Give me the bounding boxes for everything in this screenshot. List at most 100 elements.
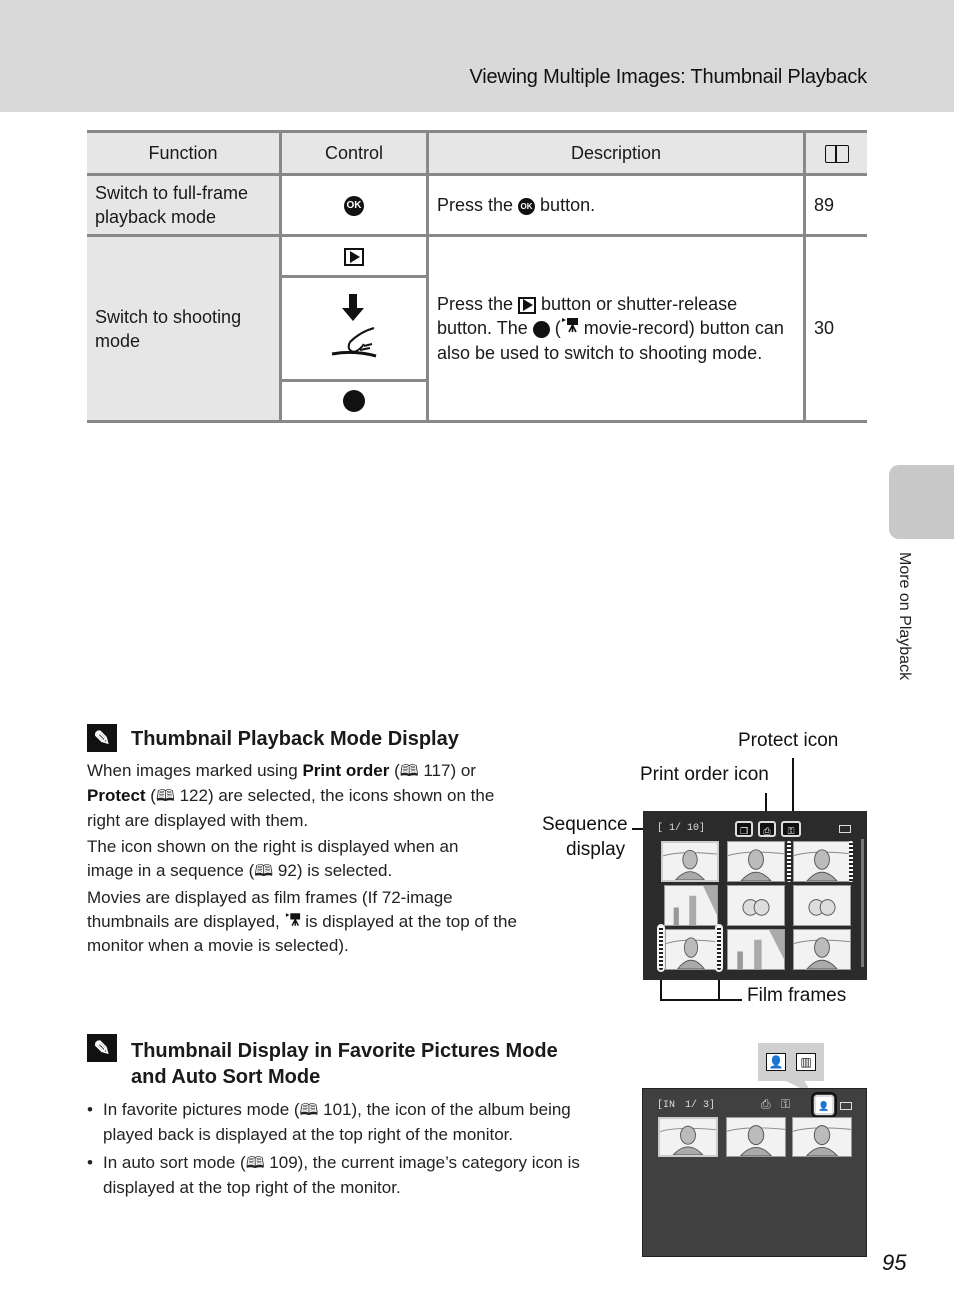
scrollbar[interactable] [861, 839, 864, 967]
note-title: Thumbnail Playback Mode Display [131, 728, 459, 750]
ok-button-icon: OK [344, 195, 364, 216]
playback-button-icon [344, 247, 364, 266]
header-band [0, 0, 954, 112]
film-frame-strip [849, 841, 853, 882]
page-number: 95 [882, 1250, 907, 1275]
sequence-display-callout: Sequence [542, 814, 628, 835]
print-order-term: Print order [302, 761, 390, 780]
callout-line [660, 999, 742, 1001]
book-icon: 🕮 [299, 1102, 319, 1119]
note-title: Thumbnail Display in Favorite Pictures M… [131, 1040, 558, 1088]
column-header-description: Description [426, 130, 805, 176]
chapter-tab [889, 465, 954, 539]
description-text: Press the [437, 195, 519, 215]
camera-monitor-favorites-screen: [IN 1/ 3] ⎙ ⚿ 👤 [642, 1088, 867, 1257]
control-cell [279, 276, 428, 382]
book-icon: 🕮 [155, 788, 175, 805]
thumbnail-image[interactable] [793, 841, 851, 882]
print-order-icon: ⎙ [761, 1098, 771, 1112]
note-heading: ✎ Thumbnail Display in Favorite Pictures… [87, 1034, 558, 1090]
controls-table: Function Control Description Switch to f… [87, 130, 867, 423]
function-cell: Switch to full-frame playback mode [87, 174, 281, 237]
thumbnail-image[interactable] [727, 885, 785, 926]
ok-button-icon: OK [518, 197, 536, 215]
print-order-icon: ⎙ [758, 821, 776, 837]
page-header-title: Viewing Multiple Images: Thumbnail Playb… [469, 66, 867, 88]
battery-icon [840, 1102, 852, 1110]
book-icon: 🕮 [245, 1155, 265, 1172]
movie-camera-icon [285, 912, 301, 931]
sequence-display-callout-2: display [566, 839, 626, 860]
image-counter: 1/ 3] [685, 1100, 716, 1111]
thumbnail-image[interactable] [726, 1117, 786, 1157]
film-frame-strip [715, 924, 723, 972]
description-text: ( [549, 317, 561, 338]
film-frame-strip [787, 841, 791, 882]
note-paragraph: When images marked using Print order (🕮 … [87, 761, 495, 830]
movie-record-button-icon [532, 320, 550, 338]
note-paragraph: The icon shown on the right is displayed… [87, 837, 459, 880]
sequence-icon: ❐ [735, 821, 753, 837]
film-frames-callout: Film frames [747, 985, 847, 1006]
protect-key-icon: ⚿ [781, 1098, 791, 1112]
page-ref: 117 [423, 761, 451, 780]
page-ref: 92 [277, 861, 297, 880]
protect-icon-callout: Protect icon [738, 730, 839, 751]
thumbnail-image[interactable] [665, 929, 717, 970]
description-text: Press the [437, 293, 519, 314]
memory-indicator: [IN [657, 1100, 676, 1111]
function-cell: Switch to shooting mode [87, 235, 281, 423]
page-ref-cell: 89 [803, 174, 867, 237]
note-paragraph: Movies are displayed as film frames (If … [87, 888, 517, 955]
protect-term: Protect [87, 786, 146, 805]
thumbnail-image[interactable] [661, 841, 719, 882]
thumbnail-image[interactable] [658, 1117, 718, 1157]
note-bullet-list: In favorite pictures mode (🕮 101), the i… [87, 1098, 617, 1204]
control-cell [279, 235, 428, 278]
book-icon: 🕮 [399, 763, 419, 780]
table-row: Switch to shooting mode Press the button… [87, 235, 867, 423]
protect-key-icon: ⚿ [781, 821, 801, 837]
movie-record-button-icon [343, 390, 365, 413]
page-ref: 122 [179, 786, 208, 805]
page-ref: 101 [323, 1100, 352, 1119]
control-cell: OK [279, 174, 428, 237]
book-icon: 🕮 [254, 863, 274, 880]
thumbnail-image[interactable] [793, 929, 851, 970]
print-order-icon-callout: Print order icon [640, 764, 769, 785]
description-cell: Press the OK button. [426, 174, 805, 237]
thumbnail-image[interactable] [793, 885, 851, 926]
list-item: In favorite pictures mode (🕮 101), the i… [87, 1098, 617, 1147]
description-text: button. [535, 195, 596, 215]
category-icon-popup: 👤 ▥ [758, 1043, 824, 1081]
column-header-control: Control [279, 130, 428, 176]
column-header-page-ref [803, 130, 867, 176]
portrait-category-icon: 👤 [766, 1053, 786, 1071]
table-header-row: Function Control Description [87, 130, 867, 176]
thumbnail-image[interactable] [727, 929, 785, 970]
landmark-category-icon: ▥ [796, 1053, 816, 1071]
shutter-release-icon [324, 290, 384, 367]
column-header-function: Function [87, 130, 281, 176]
control-cell [279, 380, 428, 423]
image-counter: [ 1/ 10] [657, 823, 706, 834]
page-ref-cell: 30 [803, 235, 867, 423]
film-frame-strip [657, 924, 665, 972]
movie-camera-icon [561, 317, 579, 341]
note-heading: ✎ Thumbnail Playback Mode Display [87, 724, 459, 752]
battery-icon [839, 825, 851, 833]
book-icon [824, 144, 849, 163]
table-row: Switch to full-frame playback mode OK Pr… [87, 174, 867, 237]
thumbnail-image[interactable] [792, 1117, 852, 1157]
playback-button-icon [518, 296, 537, 314]
thumbnail-image[interactable] [727, 841, 785, 882]
camera-monitor-thumbnail-screen: [ 1/ 10] ❐ ⎙ ⚿ [643, 811, 867, 980]
current-category-icon: 👤 [811, 1092, 837, 1118]
note-pencil-icon: ✎ [87, 1034, 117, 1062]
thumbnail-image[interactable] [664, 885, 718, 926]
list-item: In auto sort mode (🕮 109), the current i… [87, 1151, 617, 1200]
description-cell: Press the button or shutter-release butt… [426, 235, 805, 423]
chapter-tab-label: More on Playback [896, 552, 913, 681]
note-pencil-icon: ✎ [87, 724, 117, 752]
page-ref: 109 [269, 1153, 298, 1172]
